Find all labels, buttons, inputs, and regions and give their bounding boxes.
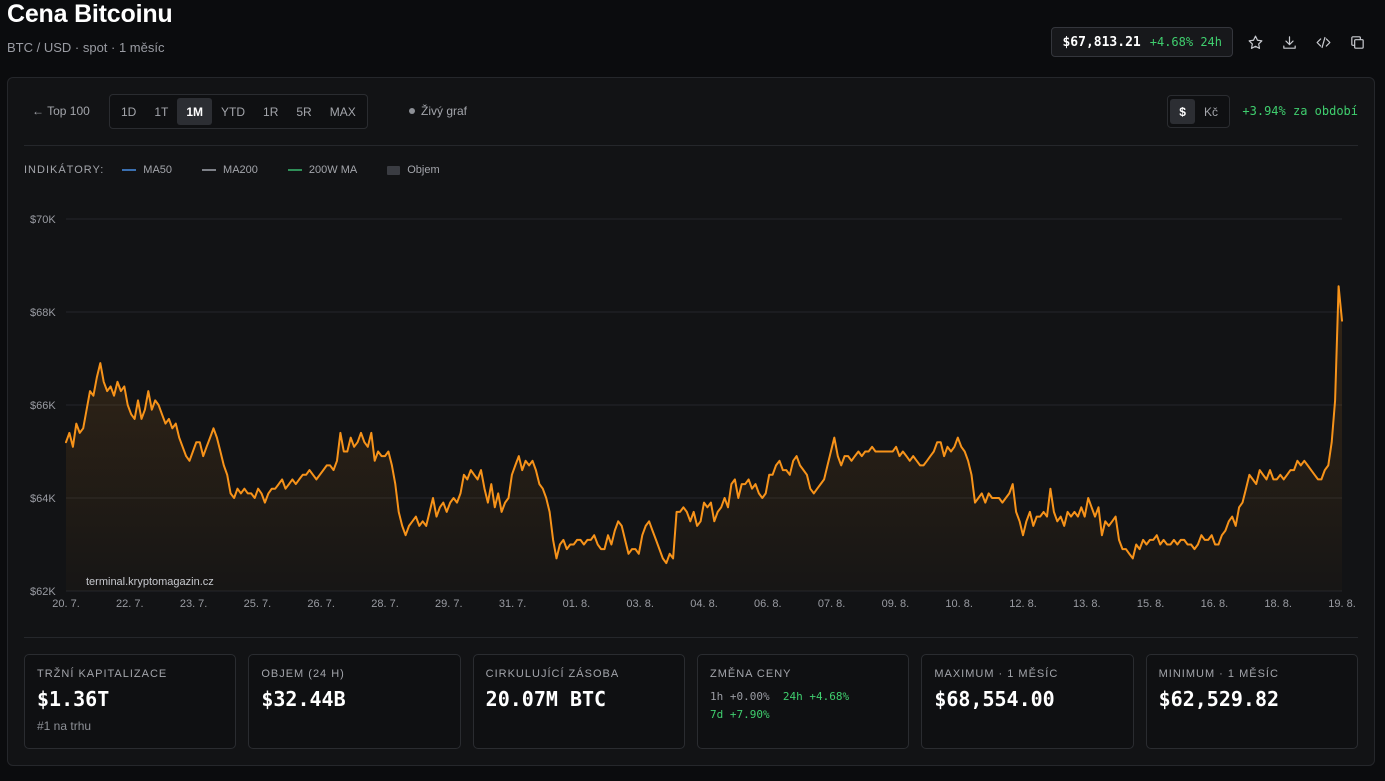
y-tick-label: $62K <box>30 586 56 598</box>
x-tick-label: 12. 8. <box>1009 598 1037 610</box>
copy-icon[interactable] <box>1345 30 1369 54</box>
stat-value: $68,554.00 <box>934 687 1055 711</box>
x-tick-label: 06. 8. <box>754 598 782 610</box>
stat-volume-24h: OBJEM (24 H) $32.44B <box>248 654 461 749</box>
change-24h: 24h +4.68% <box>782 690 850 703</box>
x-tick-label: 10. 8. <box>945 598 973 610</box>
x-tick-label: 15. 8. <box>1137 598 1165 610</box>
page-title: Cena Bitcoinu <box>7 0 173 28</box>
x-tick-label: 28. 7. <box>371 598 399 610</box>
stat-note: #1 na trhu <box>37 719 92 733</box>
indicator-volume-label: Objem <box>407 164 440 176</box>
indicators-bar: INDIKÁTORY: MA50 MA200 200W MA Objem <box>24 164 470 176</box>
stat-value: 20.07M BTC <box>485 687 607 711</box>
range-button-ytd[interactable]: YTD <box>212 98 254 125</box>
price-change-values: 1h +0.00% 24h +4.68% 7d +7.90% <box>710 688 896 724</box>
x-tick-label: 23. 7. <box>180 598 208 610</box>
price-change-24h: +4.68% 24h <box>1149 35 1222 49</box>
indicator-ma200[interactable]: MA200 <box>202 164 258 176</box>
indicator-200w-ma-label: 200W MA <box>308 164 358 176</box>
x-tick-label: 13. 8. <box>1073 598 1101 610</box>
toolbar-divider <box>24 145 1358 146</box>
stat-max-1m: MAXIMUM · 1 MĚSÍC $68,554.00 <box>921 654 1134 749</box>
indicator-ma50[interactable]: MA50 <box>122 164 172 176</box>
current-price: $67,813.21 <box>1062 34 1141 50</box>
range-button-5r[interactable]: 5R <box>287 98 320 125</box>
back-to-top100-link[interactable]: ← Top 100 <box>32 104 90 118</box>
price-pill: $67,813.21 +4.68% 24h <box>1051 27 1233 57</box>
currency-selector: $ Kč <box>1167 95 1230 128</box>
range-button-max[interactable]: MAX <box>321 98 365 125</box>
x-tick-label: 04. 8. <box>690 598 718 610</box>
indicator-200w-ma[interactable]: 200W MA <box>287 164 358 176</box>
stat-min-1m: MINIMUM · 1 MĚSÍC $62,529.82 <box>1145 654 1358 749</box>
stat-market-cap: TRŽNÍ KAPITALIZACE $1.36T #1 na trhu <box>24 654 237 749</box>
price-area-fill <box>66 286 1342 591</box>
stat-value: $62,529.82 <box>1158 687 1280 711</box>
range-button-1d[interactable]: 1D <box>112 98 145 125</box>
indicator-ma200-label: MA200 <box>223 164 258 176</box>
stat-value: $32.44B <box>261 687 346 711</box>
y-tick-label: $66K <box>30 400 56 412</box>
stat-label: MAXIMUM · 1 MĚSÍC <box>934 668 1059 680</box>
y-tick-label: $70K <box>30 214 56 226</box>
embed-code-icon[interactable] <box>1311 30 1335 54</box>
x-tick-label: 01. 8. <box>563 598 591 610</box>
stat-label: OBJEM (24 H) <box>261 668 345 680</box>
stat-value: $1.36T <box>37 687 110 711</box>
indicator-ma50-label: MA50 <box>143 164 173 176</box>
header-actions: $67,813.21 +4.68% 24h <box>1051 27 1369 57</box>
price-chart-svg: $70K $68K $66K $64K $62K20. 7. 22. 7. 23. 7. 25… <box>30 214 1356 610</box>
price-chart[interactable]: $70K $68K $66K $64K $62K 20. 7. 22. 7. 23. 7. 25… <box>8 198 1374 618</box>
x-tick-label: 18. 8. <box>1264 598 1292 610</box>
y-tick-label: $64K <box>30 493 56 505</box>
period-change: +3.94% za období <box>1242 104 1358 118</box>
range-button-1r[interactable]: 1R <box>254 98 287 125</box>
ma200-swatch <box>202 169 217 171</box>
x-tick-label: 03. 8. <box>626 598 654 610</box>
stat-price-change: ZMĚNA CENY 1h +0.00% 24h +4.68% 7d +7.90… <box>696 654 910 749</box>
download-icon[interactable] <box>1277 30 1301 54</box>
change-7d: 7d +7.90% <box>709 708 770 721</box>
stat-label: MINIMUM · 1 MĚSÍC <box>1158 668 1279 680</box>
ma50-swatch <box>122 169 137 171</box>
x-tick-label: 20. 7. <box>52 598 80 610</box>
stats-divider <box>24 637 1358 638</box>
x-tick-label: 29. 7. <box>435 598 463 610</box>
ma200w-swatch <box>287 169 302 171</box>
chart-toolbar: ← Top 100 1D 1T 1M YTD 1R 5R MAX Živý gr… <box>24 94 1358 130</box>
indicator-volume[interactable]: Objem <box>387 164 440 176</box>
x-tick-label: 09. 8. <box>882 598 910 610</box>
x-tick-label: 26. 7. <box>307 598 335 610</box>
range-button-1t[interactable]: 1T <box>145 98 177 125</box>
x-tick-label: 25. 7. <box>244 598 272 610</box>
stat-label: ZMĚNA CENY <box>709 668 792 680</box>
stat-label: CIRKULUJÍCÍ ZÁSOBA <box>485 668 620 680</box>
stat-label: TRŽNÍ KAPITALIZACE <box>37 668 168 680</box>
x-tick-label: 22. 7. <box>116 598 144 610</box>
x-tick-label: 16. 8. <box>1201 598 1229 610</box>
x-tick-label: 07. 8. <box>818 598 846 610</box>
watermark: terminal.kryptomagazin.cz <box>86 576 214 588</box>
indicators-label: INDIKÁTORY: <box>24 164 105 176</box>
page-subtitle: BTC / USD · spot · 1 měsíc <box>7 40 165 55</box>
stats-row: TRŽNÍ KAPITALIZACE $1.36T #1 na trhu OBJ… <box>24 654 1358 749</box>
currency-czk-button[interactable]: Kč <box>1195 99 1227 124</box>
live-dot-icon <box>409 108 415 114</box>
y-tick-label: $68K <box>30 307 56 319</box>
volume-swatch <box>387 165 401 175</box>
chart-card: ← Top 100 1D 1T 1M YTD 1R 5R MAX Živý gr… <box>7 77 1375 766</box>
live-chart-label: Živý graf <box>421 104 468 118</box>
star-icon[interactable] <box>1243 30 1267 54</box>
change-1h: 1h +0.00% <box>709 690 770 703</box>
x-tick-label: 31. 7. <box>499 598 527 610</box>
currency-usd-button[interactable]: $ <box>1170 99 1195 124</box>
stat-circulating-supply: CIRKULUJÍCÍ ZÁSOBA 20.07M BTC <box>472 654 685 749</box>
live-chart-link[interactable]: Živý graf <box>409 104 467 118</box>
range-selector: 1D 1T 1M YTD 1R 5R MAX <box>109 94 368 129</box>
range-button-1m[interactable]: 1M <box>177 98 213 125</box>
x-tick-label: 19. 8. <box>1328 598 1356 610</box>
